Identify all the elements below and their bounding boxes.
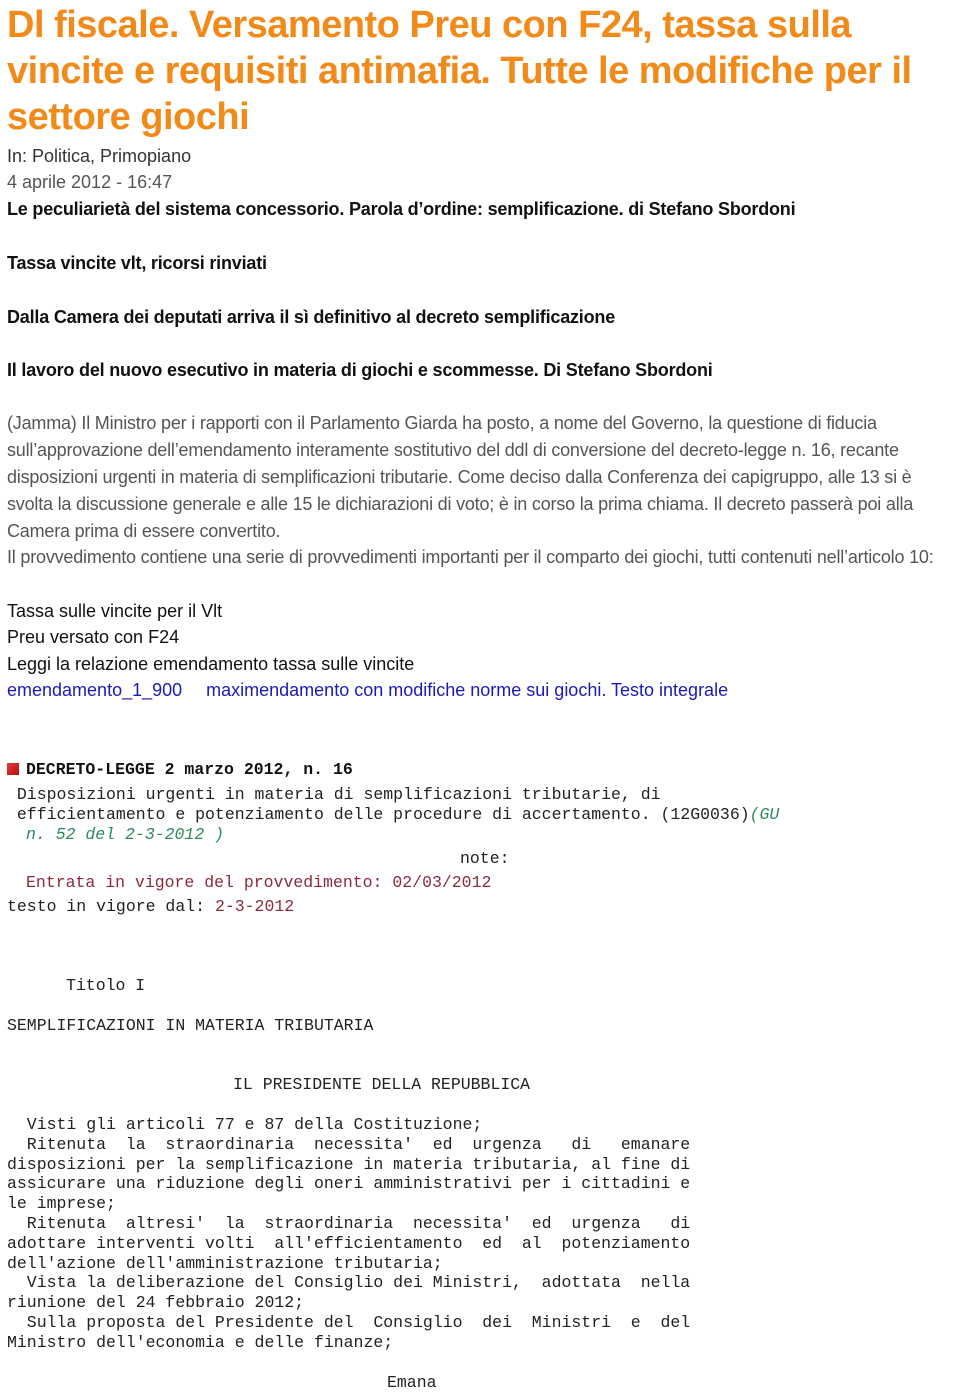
article-title: Dl fiscale. Versamento Preu con F24, tas…: [7, 4, 912, 138]
article-date: 4 aprile 2012 - 16:47: [7, 172, 173, 192]
decree-subtitle-line: Disposizioni urgenti in materia di sempl…: [7, 785, 661, 804]
related-article-link[interactable]: Dalla Camera dei deputati arriva il sì d…: [7, 306, 615, 328]
preamble-line: assicurare una riduzione degli oneri amm…: [7, 1174, 691, 1193]
preamble-line: disposizioni per la semplificazione in m…: [7, 1155, 691, 1174]
article-paragraph: Il provvedimento contiene una serie di p…: [7, 547, 934, 567]
decree-subtitle-line: efficientamento e potenziamento delle pr…: [7, 805, 779, 825]
decree-subtitle-text: efficientamento e potenziamento delle pr…: [7, 805, 750, 824]
preamble-line: adottare interventi volti all'efficienta…: [7, 1234, 691, 1253]
list-item: Tassa sulle vincite per il Vlt: [7, 601, 223, 621]
related-article-link[interactable]: Le peculiarietà del sistema concessorio.…: [7, 198, 796, 220]
note-label: note:: [460, 849, 510, 868]
preamble-line: Visti gli articoli 77 e 87 della Costitu…: [7, 1115, 483, 1134]
related-article-link[interactable]: Il lavoro del nuovo esecutivo in materia…: [7, 359, 713, 381]
decree-heading-text: DECRETO-LEGGE 2 marzo 2012, n. 16: [26, 760, 353, 779]
related-article-link[interactable]: Tassa vincite vlt, ricorsi rinviati: [7, 252, 267, 274]
preamble-line: riunione del 24 febbraio 2012;: [7, 1293, 305, 1312]
gu-reference-link[interactable]: (GU: [750, 805, 780, 824]
gu-reference-link[interactable]: n. 52 del 2-3-2012 ): [26, 825, 224, 845]
article-paragraph: (Jamma) Il Ministro per i rapporti con i…: [7, 413, 914, 541]
preamble-line: le imprese;: [7, 1194, 116, 1213]
preamble-line: Ministro dell'economia e delle finanze;: [7, 1333, 394, 1352]
preamble-line: Sulla proposta del Presidente del Consig…: [7, 1313, 691, 1332]
in-force-date: 2-3-2012: [214, 897, 295, 916]
preamble-line: Ritenuta la straordinaria necessita' ed …: [7, 1135, 691, 1154]
preamble-line: Vista la deliberazione del Consiglio dei…: [7, 1273, 691, 1292]
preamble-line: Ritenuta altresi' la straordinaria neces…: [7, 1214, 691, 1233]
attachment-links: emendamento_1_900 maximendamento con modi…: [7, 679, 728, 701]
president-heading: IL PRESIDENTE DELLA REPUBBLICA: [233, 1075, 531, 1094]
list-item: Leggi la relazione emendamento tassa sul…: [7, 654, 415, 674]
entry-into-force: Entrata in vigore del provvedimento: 02/…: [26, 873, 492, 892]
list-item: Preu versato con F24: [7, 627, 180, 647]
article-categories: In: Politica, Primopiano: [7, 146, 192, 166]
in-force-label: testo in vigore dal:: [7, 897, 215, 916]
red-square-bullet-icon: [7, 763, 19, 775]
in-force-line: testo in vigore dal: 2-3-2012: [7, 897, 294, 917]
title-section: Titolo I: [66, 976, 146, 995]
decree-heading: DECRETO-LEGGE 2 marzo 2012, n. 16: [7, 760, 353, 780]
emendamento-link[interactable]: emendamento_1_900: [7, 680, 182, 700]
section-heading: SEMPLIFICAZIONI IN MATERIA TRIBUTARIA: [7, 1016, 374, 1035]
preamble-line: dell'azione dell'amministrazione tributa…: [7, 1254, 443, 1273]
maximendamento-link[interactable]: maximendamento con modifiche norme sui g…: [206, 680, 728, 700]
